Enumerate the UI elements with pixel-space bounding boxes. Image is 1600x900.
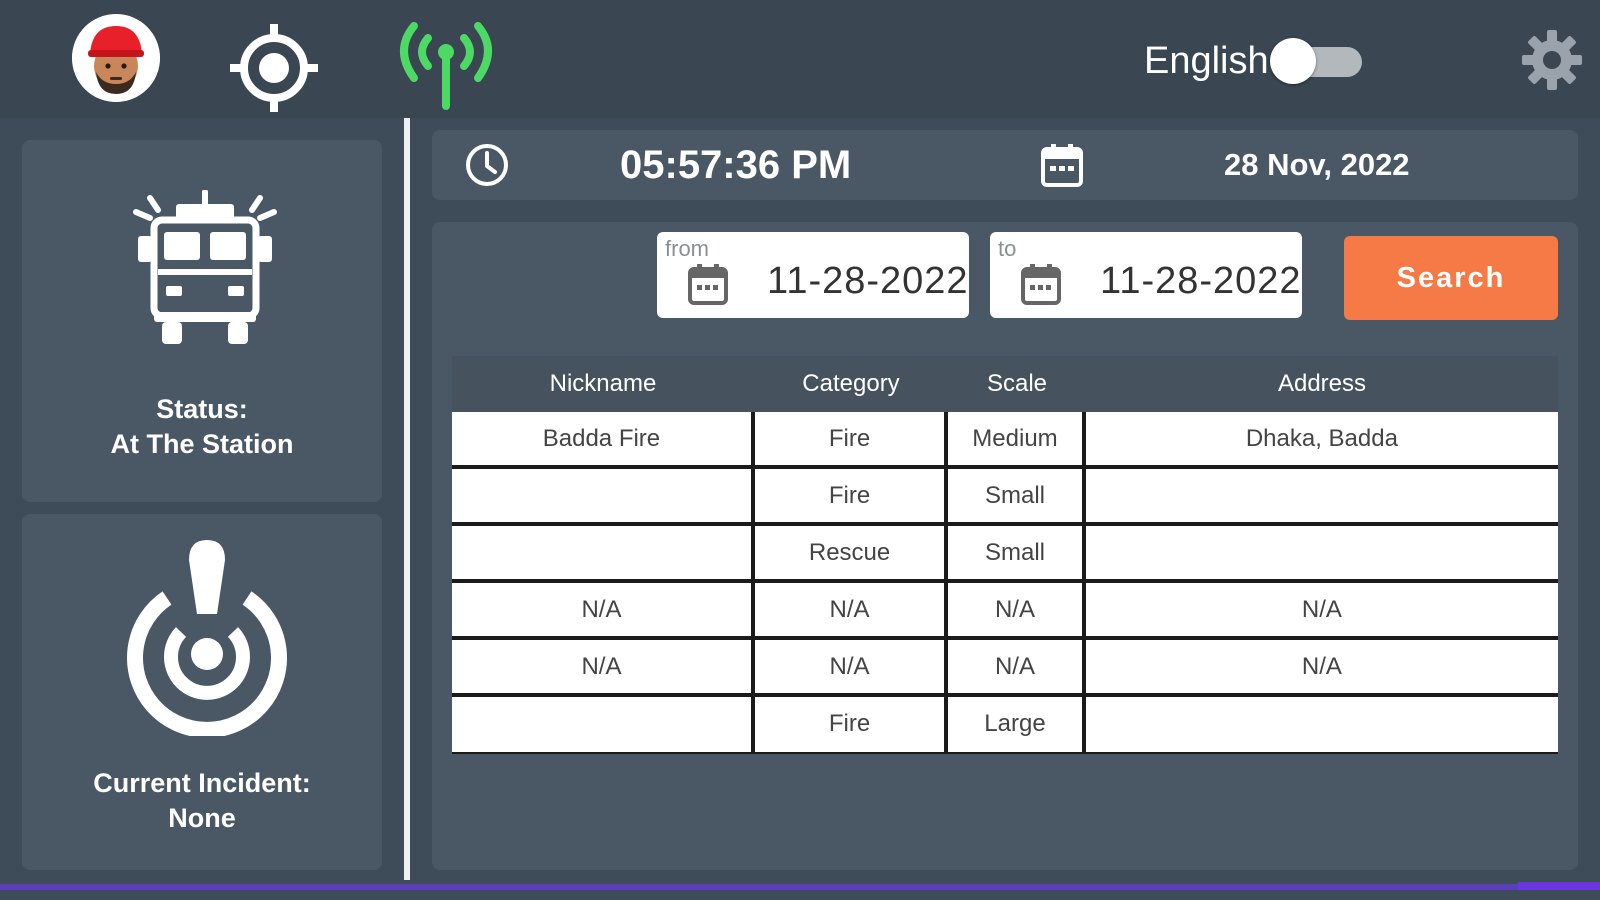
cell-nickname: N/A bbox=[452, 640, 751, 693]
firefighter-avatar-icon bbox=[72, 14, 160, 102]
cell-scale: Small bbox=[948, 526, 1082, 579]
cell-category: N/A bbox=[754, 583, 945, 636]
cell-address bbox=[1085, 526, 1558, 579]
cell-scale: Large bbox=[948, 697, 1082, 752]
calendar-icon bbox=[1021, 264, 1061, 305]
incident-table: Nickname Category Scale Address Badda Fi… bbox=[452, 356, 1558, 754]
from-date-label: from bbox=[665, 236, 709, 261]
status-value: At The Station bbox=[110, 429, 294, 459]
antenna-signal-icon[interactable] bbox=[388, 8, 504, 112]
incident-label: Current Incident: bbox=[93, 768, 311, 798]
table-row[interactable]: Fire Large bbox=[452, 697, 1558, 754]
from-date-field[interactable]: from 11-28-2022 bbox=[657, 232, 969, 318]
clock-icon bbox=[466, 144, 508, 186]
table-row[interactable]: N/A N/A N/A N/A bbox=[452, 640, 1558, 697]
current-time: 05:57:36 PM bbox=[620, 143, 852, 187]
cell-address: N/A bbox=[1085, 583, 1558, 636]
cell-nickname: N/A bbox=[452, 583, 751, 636]
cell-address: N/A bbox=[1085, 640, 1558, 693]
status-label: Status: bbox=[156, 394, 248, 424]
bottom-accent-highlight bbox=[1518, 882, 1600, 890]
from-date-value: 11-28-2022 bbox=[767, 260, 969, 302]
table-body: Badda Fire Fire Medium Dhaka, Badda Fire… bbox=[452, 412, 1558, 754]
cell-scale: Medium bbox=[948, 412, 1082, 465]
calendar-icon bbox=[688, 264, 728, 305]
power-alert-icon bbox=[127, 540, 287, 736]
bottom-bar bbox=[0, 880, 1600, 900]
cell-category: N/A bbox=[754, 640, 945, 693]
to-date-value: 11-28-2022 bbox=[1100, 260, 1302, 302]
panel-divider bbox=[404, 118, 410, 888]
column-header-address[interactable]: Address bbox=[1086, 356, 1558, 412]
table-row[interactable]: Fire Small bbox=[452, 469, 1558, 526]
incident-card: Current Incident: None bbox=[22, 514, 382, 870]
cell-scale: Small bbox=[948, 469, 1082, 522]
table-row[interactable]: Badda Fire Fire Medium Dhaka, Badda bbox=[452, 412, 1558, 469]
bottom-accent-line bbox=[0, 884, 1600, 890]
status-text: Status: At The Station bbox=[22, 392, 382, 462]
language-label: English bbox=[1144, 40, 1269, 82]
cell-nickname: Badda Fire bbox=[452, 412, 751, 465]
to-date-label: to bbox=[998, 236, 1017, 261]
cell-category: Rescue bbox=[754, 526, 945, 579]
language-toggle[interactable] bbox=[1270, 38, 1362, 84]
table-row[interactable]: N/A N/A N/A N/A bbox=[452, 583, 1558, 640]
fire-truck-icon bbox=[133, 190, 277, 344]
column-header-category[interactable]: Category bbox=[754, 356, 948, 412]
cell-scale: N/A bbox=[948, 640, 1082, 693]
cell-address bbox=[1085, 697, 1558, 752]
to-date-field[interactable]: to 11-28-2022 bbox=[990, 232, 1302, 318]
cell-nickname bbox=[452, 697, 751, 752]
toggle-knob bbox=[1270, 38, 1316, 84]
table-row[interactable]: Rescue Small bbox=[452, 526, 1558, 583]
cell-category: Fire bbox=[754, 412, 945, 465]
table-header: Nickname Category Scale Address bbox=[452, 356, 1558, 412]
calendar-icon bbox=[1041, 144, 1083, 187]
search-button[interactable]: Search bbox=[1344, 236, 1558, 320]
column-header-nickname[interactable]: Nickname bbox=[452, 356, 754, 412]
cell-address bbox=[1085, 469, 1558, 522]
cell-nickname bbox=[452, 526, 751, 579]
cell-category: Fire bbox=[754, 469, 945, 522]
time-bar: 05:57:36 PM 28 Nov, 2022 bbox=[432, 130, 1578, 200]
cell-category: Fire bbox=[754, 697, 945, 752]
current-date: 28 Nov, 2022 bbox=[1224, 147, 1410, 182]
gear-icon[interactable] bbox=[1520, 28, 1584, 92]
column-header-scale[interactable]: Scale bbox=[948, 356, 1086, 412]
incident-search-panel: from 11-28-2022 to 11-28-2022 Search Nic… bbox=[432, 222, 1578, 870]
gps-target-icon[interactable] bbox=[228, 22, 320, 114]
cell-nickname bbox=[452, 469, 751, 522]
status-card: Status: At The Station bbox=[22, 140, 382, 502]
incident-value: None bbox=[168, 803, 236, 833]
cell-scale: N/A bbox=[948, 583, 1082, 636]
incident-text: Current Incident: None bbox=[22, 766, 382, 836]
firefighter-avatar[interactable] bbox=[72, 14, 160, 102]
top-bar: English bbox=[0, 0, 1600, 118]
cell-address: Dhaka, Badda bbox=[1085, 412, 1558, 465]
